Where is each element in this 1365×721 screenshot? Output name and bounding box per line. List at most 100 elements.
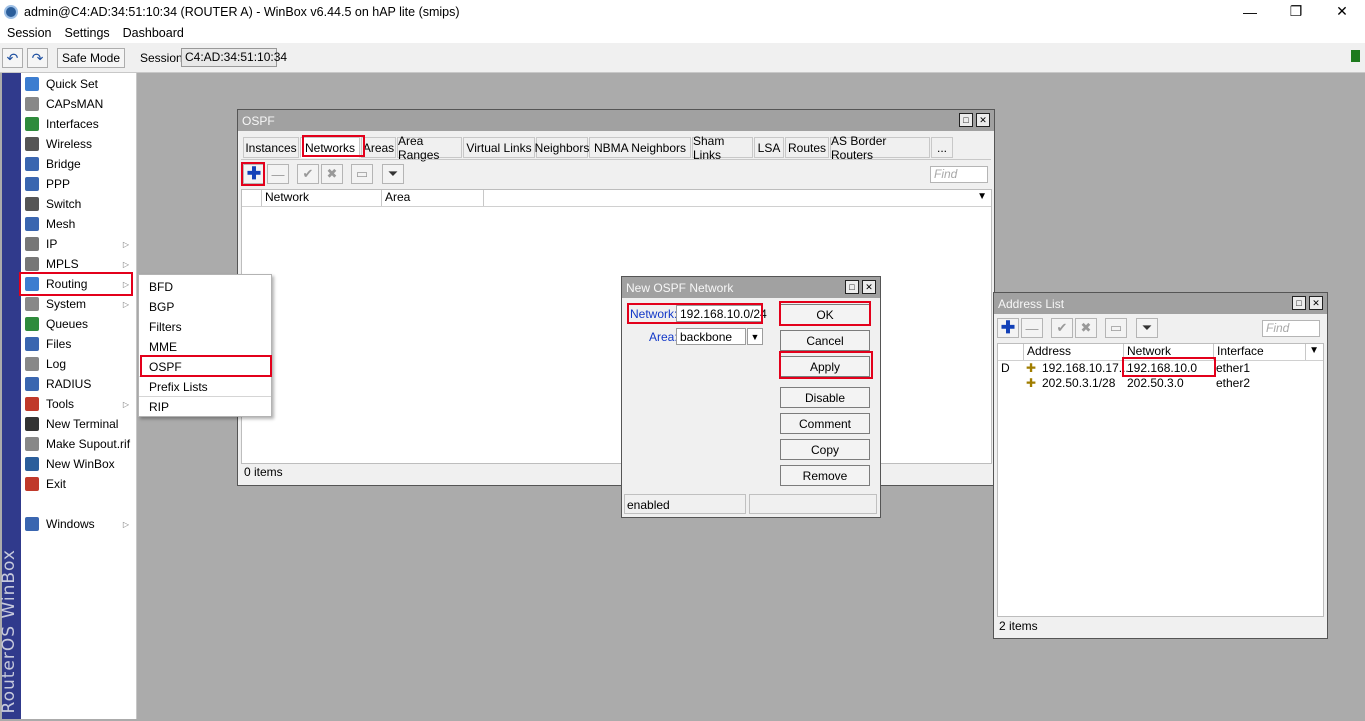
remove-icon[interactable]: — (1021, 318, 1043, 338)
dialog-close-button[interactable]: ✕ (862, 280, 876, 294)
ospf-col-area[interactable]: Area (382, 190, 484, 206)
address-list-titlebar: Address List □ ✕ (994, 293, 1327, 314)
menu-session[interactable]: Session (0, 26, 57, 40)
table-row[interactable]: ✚ 202.50.3.1/28 202.50.3.0 ether2 (998, 376, 1323, 391)
network-field[interactable]: 192.168.10.0/24 (676, 305, 767, 322)
sidebar-item-capsman[interactable]: CAPsMAN (21, 94, 137, 114)
tab-instances[interactable]: Instances (243, 137, 299, 158)
ospf-close-button[interactable]: ✕ (976, 113, 990, 127)
tab-areas[interactable]: Areas (361, 137, 396, 158)
sidebar-item-ppp[interactable]: PPP (21, 174, 137, 194)
dialog-maximize-button[interactable]: □ (845, 280, 859, 294)
tab-neighbors[interactable]: Neighbors (535, 137, 589, 158)
add-icon[interactable]: ✚ (997, 318, 1019, 338)
sidebar-item-interfaces[interactable]: Interfaces (21, 114, 137, 134)
disable-button[interactable]: Disable (780, 387, 870, 408)
submenu-bgp[interactable]: BGP (149, 297, 174, 317)
address-list-maximize-button[interactable]: □ (1292, 296, 1306, 310)
sidebar-item-wireless[interactable]: Wireless (21, 134, 137, 154)
address-col-address[interactable]: Address (1024, 344, 1124, 360)
ospf-title: OSPF (242, 113, 275, 128)
sidebar-item-new-winbox[interactable]: New WinBox (21, 454, 137, 474)
sidebar-item-make-supout-rif[interactable]: Make Supout.rif (21, 434, 137, 454)
minimize-button[interactable]: — (1227, 0, 1273, 23)
menu-dashboard[interactable]: Dashboard (116, 26, 190, 40)
sidebar-item-switch[interactable]: Switch (21, 194, 137, 214)
sidebar-item-mpls[interactable]: MPLS ▷ (21, 254, 137, 274)
sidebar-item-quick-set[interactable]: Quick Set (21, 74, 137, 94)
sidebar-item-radius[interactable]: RADIUS (21, 374, 137, 394)
tab-networks[interactable]: Networks (300, 137, 360, 158)
brand-text: RouterOS WinBox (0, 548, 19, 713)
sidebar-item-exit[interactable]: Exit (21, 474, 137, 494)
cancel-button[interactable]: Cancel (780, 330, 870, 351)
table-row[interactable]: D ✚ 192.168.10.17... 192.168.10.0 ether1 (998, 361, 1323, 376)
sidebar-item-system[interactable]: System ▷ (21, 294, 137, 314)
add-icon[interactable]: ✚ (243, 164, 265, 184)
copy-button[interactable]: Copy (780, 439, 870, 460)
submenu-mme[interactable]: MME (149, 337, 177, 357)
maximize-button[interactable]: ❐ (1273, 0, 1319, 23)
filter-icon[interactable]: ⏷ (382, 164, 404, 184)
sidebar-item-routing[interactable]: Routing ▷ (21, 274, 137, 294)
submenu-bfd[interactable]: BFD (149, 277, 173, 297)
address-col-network[interactable]: Network (1124, 344, 1214, 360)
sidebar-item-tools[interactable]: Tools ▷ (21, 394, 137, 414)
disable-icon[interactable]: ✖ (321, 164, 343, 184)
ospf-col-flags (242, 190, 262, 206)
submenu-rip[interactable]: RIP (149, 397, 169, 417)
column-menu-icon[interactable]: ▼ (1309, 345, 1319, 356)
row-flag: D (1001, 361, 1010, 375)
enable-icon[interactable]: ✔ (297, 164, 319, 184)
window-titlebar: admin@C4:AD:34:51:10:34 (ROUTER A) - Win… (0, 0, 1365, 23)
apply-button[interactable]: Apply (780, 356, 870, 377)
tab-sham-links[interactable]: Sham Links (692, 134, 753, 162)
menu-settings[interactable]: Settings (57, 26, 115, 40)
sidebar-item-windows[interactable]: Windows ▷ (21, 514, 137, 534)
comment-button[interactable]: Comment (780, 413, 870, 434)
dropdown-icon[interactable]: ▼ (747, 328, 763, 345)
sidebar-item-label: New Terminal (46, 417, 119, 431)
tab-as-border-routers[interactable]: AS Border Routers (830, 134, 930, 162)
tab-nbma-neighbors[interactable]: NBMA Neighbors (589, 137, 691, 158)
ok-button[interactable]: OK (780, 304, 870, 325)
sidebar-item-label: CAPsMAN (46, 97, 104, 111)
sidebar-item-log[interactable]: Log (21, 354, 137, 374)
area-select[interactable]: backbone (676, 328, 746, 345)
comment-icon[interactable]: ▭ (351, 164, 373, 184)
address-col-interface[interactable]: Interface (1214, 344, 1306, 360)
column-menu-icon[interactable]: ▼ (977, 191, 987, 202)
sidebar-item-new-terminal[interactable]: New Terminal (21, 414, 137, 434)
session-field[interactable]: C4:AD:34:51:10:34 (181, 48, 287, 67)
submenu-prefix-lists[interactable]: Prefix Lists (149, 377, 208, 397)
redo-icon[interactable]: ↷ (27, 48, 48, 68)
tab-more[interactable]: ... (931, 137, 953, 158)
address-find-input[interactable]: Find (1262, 320, 1320, 337)
filter-icon[interactable]: ⏷ (1136, 318, 1158, 338)
undo-icon[interactable]: ↶ (2, 48, 23, 68)
sidebar-item-ip[interactable]: IP ▷ (21, 234, 137, 254)
submenu-arrow-icon: ▷ (122, 519, 129, 529)
sidebar-item-queues[interactable]: Queues (21, 314, 137, 334)
tab-routes[interactable]: Routes (785, 137, 829, 158)
ospf-col-network[interactable]: Network (262, 190, 382, 206)
tab-area-ranges[interactable]: Area Ranges (397, 134, 462, 162)
disable-icon[interactable]: ✖ (1075, 318, 1097, 338)
sidebar-item-label: Mesh (46, 217, 76, 231)
tab-lsa[interactable]: LSA (754, 137, 784, 158)
address-list-close-button[interactable]: ✕ (1309, 296, 1323, 310)
remove-icon[interactable]: — (267, 164, 289, 184)
submenu-filters[interactable]: Filters (149, 317, 182, 337)
sidebar-item-mesh[interactable]: Mesh (21, 214, 137, 234)
safe-mode-button[interactable]: Safe Mode (57, 48, 125, 68)
ospf-find-input[interactable]: Find (930, 166, 988, 183)
remove-button[interactable]: Remove (780, 465, 870, 486)
enable-icon[interactable]: ✔ (1051, 318, 1073, 338)
ospf-maximize-button[interactable]: □ (959, 113, 973, 127)
submenu-ospf[interactable]: OSPF (149, 357, 182, 377)
sidebar-item-files[interactable]: Files (21, 334, 137, 354)
comment-icon[interactable]: ▭ (1105, 318, 1127, 338)
sidebar-item-bridge[interactable]: Bridge (21, 154, 137, 174)
close-button[interactable]: ✕ (1319, 0, 1365, 23)
tab-virtual-links[interactable]: Virtual Links (463, 137, 535, 158)
